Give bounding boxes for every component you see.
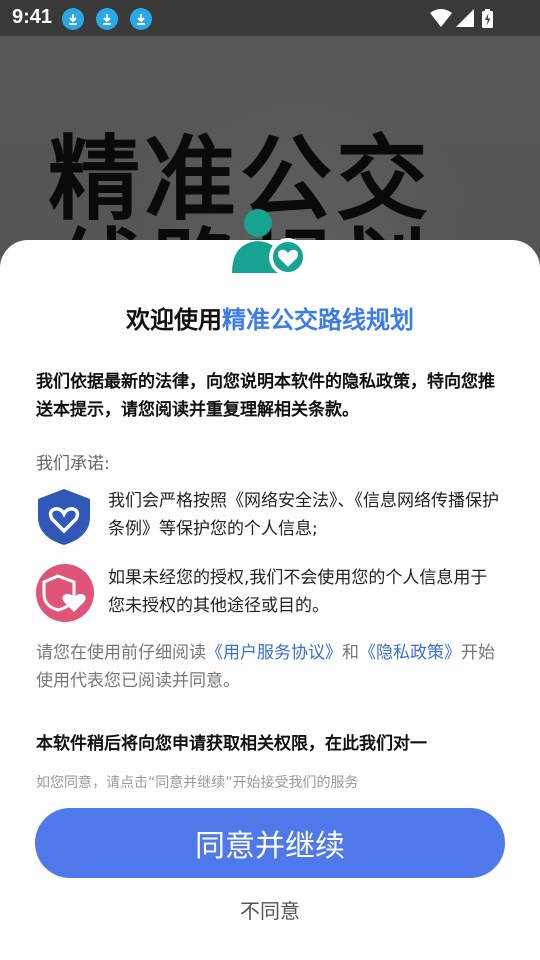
- title-prefix: 欢迎使用: [126, 306, 222, 334]
- download-icon: [96, 8, 118, 30]
- dialog-title: 欢迎使用精准公交路线规划: [0, 300, 540, 335]
- user-agreement-link[interactable]: 《用户服务协议》: [206, 643, 342, 663]
- status-bar: 9:41: [0, 0, 540, 36]
- promise-label: 我们承诺:: [36, 454, 110, 474]
- system-icons: [430, 8, 500, 34]
- battery-charging-icon: [482, 9, 493, 28]
- intro-text: 我们依据最新的法律，向您说明本软件的隐私政策，特向您推送本提示，请您阅读并重复理…: [36, 372, 495, 420]
- agree-button[interactable]: 同意并继续: [35, 808, 505, 878]
- promise-text: 我们会严格按照《网络安全法》、《信息网络传播保护条例》等保护您的个人信息;: [108, 491, 499, 539]
- signal-icon: [456, 9, 474, 27]
- download-icon: [62, 8, 84, 30]
- heart-shield-icon: [36, 564, 94, 626]
- privacy-policy-link[interactable]: 《隐私政策》: [359, 643, 461, 663]
- shield-heart-icon: [36, 487, 92, 551]
- agreement-paragraph: 请您在使用前仔细阅读《用户服务协议》和《隐私政策》开始使用代表您已阅读并同意。: [36, 639, 506, 695]
- title-app-name: 精准公交路线规划: [222, 306, 414, 334]
- read-prefix: 请您在使用前仔细阅读: [36, 643, 206, 663]
- wifi-icon: [430, 9, 452, 27]
- status-time: 9:41: [12, 6, 53, 28]
- user-heart-icon: [230, 205, 310, 277]
- and-text: 和: [342, 643, 359, 663]
- download-icon: [130, 8, 152, 30]
- disagree-button[interactable]: 不同意: [0, 895, 540, 924]
- consent-hint: 如您同意，请点击“同意并继续”开始接受我们的服务: [36, 775, 359, 791]
- promise-text: 如果未经您的授权,我们不会使用您的个人信息用于您未授权的其他途径或目的。: [108, 568, 488, 616]
- permission-notice: 本软件稍后将向您申请获取相关权限，在此我们对一: [36, 734, 427, 754]
